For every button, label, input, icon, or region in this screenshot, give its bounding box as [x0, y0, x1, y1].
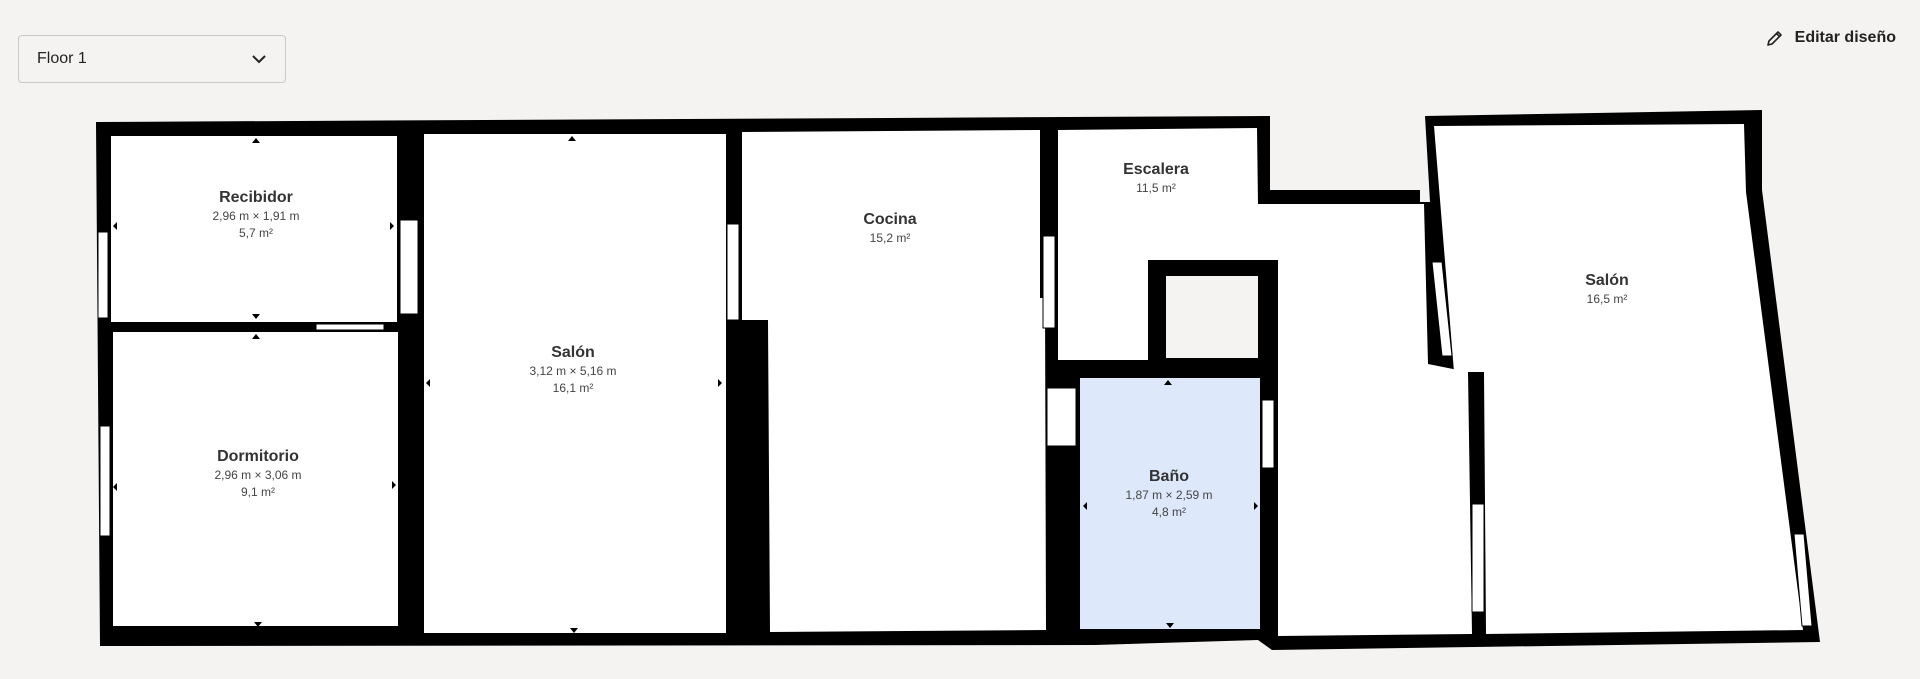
room-name: Salón: [551, 344, 595, 361]
room-name: Dormitorio: [217, 448, 299, 465]
door-salon-cocina: [726, 223, 740, 321]
door-escalera-salon: [1471, 503, 1485, 613]
room-label-recibidor: Recibidor 2,96 m × 1,91 m 5,7 m²: [212, 188, 299, 242]
room-label-salon-main: Salón 3,12 m × 5,16 m 16,1 m²: [529, 343, 616, 397]
room-area: 15,2 m²: [869, 231, 911, 245]
door-cocina-bano: [1046, 387, 1077, 447]
room-area: 5,7 m²: [238, 226, 274, 240]
room-area: 16,1 m²: [552, 381, 594, 395]
door-cocina-escalera: [1042, 235, 1056, 329]
room-name: Baño: [1148, 468, 1189, 485]
room-dimensions: 2,96 m × 3,06 m: [214, 468, 302, 482]
room-area: 4,8 m²: [1151, 505, 1187, 519]
window-recibidor: [97, 231, 109, 319]
window-bano: [1261, 399, 1275, 469]
stair-void: [1166, 276, 1258, 358]
room-name: Cocina: [863, 211, 917, 228]
room-area: 16,5 m²: [1586, 292, 1628, 306]
room-label-bano: Baño 1,87 m × 2,59 m 4,8 m²: [1125, 467, 1212, 521]
room-cocina[interactable]: [742, 130, 1046, 632]
room-label-dormitorio: Dormitorio 2,96 m × 3,06 m 9,1 m²: [214, 447, 301, 501]
hall-gap: [1486, 380, 1492, 630]
room-dimensions: 2,96 m × 1,91 m: [212, 209, 300, 223]
room-area: 9,1 m²: [240, 485, 276, 499]
room-dimensions: 1,87 m × 2,59 m: [1125, 488, 1213, 502]
room-area: 11,5 m²: [1136, 181, 1176, 195]
floor-plan: [96, 110, 1820, 650]
room-name: Recibidor: [219, 189, 293, 206]
room-label-salon-right: Salón 16,5 m²: [1585, 271, 1629, 308]
door-recibidor-salon: [399, 219, 419, 315]
room-label-escalera: Escalera 11,5 m²: [1123, 160, 1189, 197]
room-dimensions: 3,12 m × 5,16 m: [529, 364, 617, 378]
room-name: Salón: [1585, 272, 1629, 289]
room-interiors: [111, 124, 1803, 636]
room-label-cocina: Cocina 15,2 m²: [863, 210, 916, 247]
room-name: Escalera: [1123, 161, 1189, 178]
window-dormitorio: [99, 425, 111, 537]
door-recibidor-dormitorio: [315, 323, 385, 331]
